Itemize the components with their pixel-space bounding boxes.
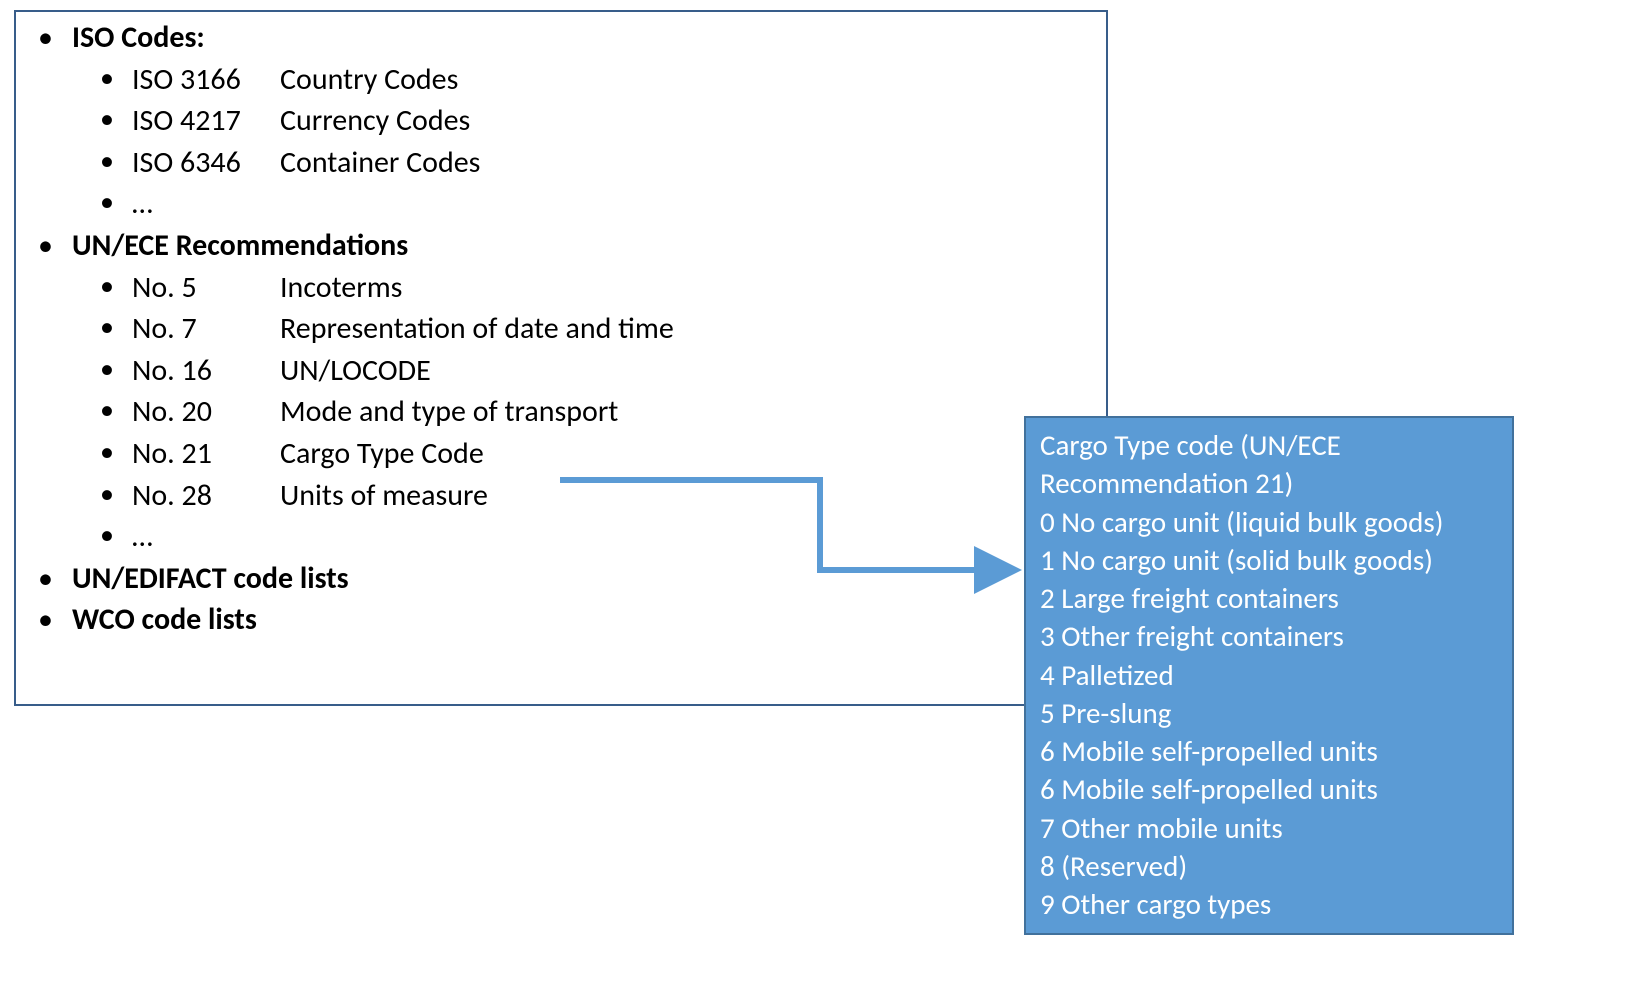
item-desc: Incoterms bbox=[280, 268, 402, 308]
item-code: ISO 6346 bbox=[132, 143, 280, 183]
item-desc: Units of measure bbox=[280, 476, 488, 516]
detail-title-line1: Cargo Type code (UN/ECE bbox=[1040, 426, 1498, 464]
item-desc: Country Codes bbox=[280, 60, 458, 100]
list-item: 6 Mobile self-propelled units bbox=[1040, 770, 1498, 808]
group-unece-recommendations: UN/ECE Recommendations No. 5Incoterms No… bbox=[16, 226, 1086, 557]
list-item: ISO 3166Country Codes bbox=[72, 60, 1086, 100]
detail-title-line2: Recommendation 21) bbox=[1040, 464, 1498, 502]
item-code: No. 16 bbox=[132, 351, 280, 391]
group-label: UN/EDIFACT code lists bbox=[72, 560, 349, 597]
list-item: 3 Other freight containers bbox=[1040, 617, 1498, 655]
list-item: No. 28Units of measure bbox=[72, 476, 1086, 516]
group-items: No. 5Incoterms No. 7Representation of da… bbox=[72, 268, 1086, 557]
item-desc: Representation of date and time bbox=[280, 309, 674, 349]
group-items: ISO 3166Country Codes ISO 4217Currency C… bbox=[72, 60, 1086, 224]
group-iso-codes: ISO Codes: ISO 3166Country Codes ISO 421… bbox=[16, 18, 1086, 224]
group-label: UN/ECE Recommendations bbox=[72, 227, 408, 264]
item-code: No. 7 bbox=[132, 309, 280, 349]
list-item-ellipsis: … bbox=[72, 184, 1086, 224]
list-item: 5 Pre-slung bbox=[1040, 694, 1498, 732]
list-item-cargo-type: No. 21Cargo Type Code bbox=[72, 434, 1086, 474]
list-item: No. 16UN/LOCODE bbox=[72, 351, 1086, 391]
item-code: No. 20 bbox=[132, 392, 280, 432]
list-item: ISO 4217Currency Codes bbox=[72, 101, 1086, 141]
list-item: 4 Palletized bbox=[1040, 656, 1498, 694]
cargo-type-code-entries: 0 No cargo unit (liquid bulk goods) 1 No… bbox=[1040, 503, 1498, 924]
item-code: No. 21 bbox=[132, 434, 280, 474]
list-item: 6 Mobile self-propelled units bbox=[1040, 732, 1498, 770]
group-label: WCO code lists bbox=[72, 601, 257, 638]
list-item: No. 20Mode and type of transport bbox=[72, 392, 1086, 432]
codes-outline-list: ISO Codes: ISO 3166Country Codes ISO 421… bbox=[16, 18, 1086, 640]
item-desc: Mode and type of transport bbox=[280, 392, 618, 432]
cargo-type-code-detail-box: Cargo Type code (UN/ECE Recommendation 2… bbox=[1024, 416, 1514, 935]
list-item: 2 Large freight containers bbox=[1040, 579, 1498, 617]
list-item: 1 No cargo unit (solid bulk goods) bbox=[1040, 541, 1498, 579]
item-code: … bbox=[132, 517, 280, 557]
group-unedifact-code-lists: UN/EDIFACT code lists bbox=[16, 559, 1086, 599]
item-code: No. 5 bbox=[132, 268, 280, 308]
list-item: 7 Other mobile units bbox=[1040, 809, 1498, 847]
item-code: No. 28 bbox=[132, 476, 280, 516]
list-item: 9 Other cargo types bbox=[1040, 885, 1498, 923]
list-item: No. 5Incoterms bbox=[72, 268, 1086, 308]
item-code: ISO 3166 bbox=[132, 60, 280, 100]
item-desc: Currency Codes bbox=[280, 101, 470, 141]
codes-outline-box: ISO Codes: ISO 3166Country Codes ISO 421… bbox=[14, 10, 1108, 706]
item-desc: Container Codes bbox=[280, 143, 480, 183]
list-item: ISO 6346Container Codes bbox=[72, 143, 1086, 183]
group-wco-code-lists: WCO code lists bbox=[16, 600, 1086, 640]
list-item: 8 (Reserved) bbox=[1040, 847, 1498, 885]
diagram-canvas: ISO Codes: ISO 3166Country Codes ISO 421… bbox=[0, 0, 1627, 994]
list-item: No. 7Representation of date and time bbox=[72, 309, 1086, 349]
item-desc: Cargo Type Code bbox=[280, 434, 484, 474]
item-code: ISO 4217 bbox=[132, 101, 280, 141]
item-desc: UN/LOCODE bbox=[280, 351, 431, 391]
list-item: 0 No cargo unit (liquid bulk goods) bbox=[1040, 503, 1498, 541]
list-item-ellipsis: … bbox=[72, 517, 1086, 557]
group-label: ISO Codes: bbox=[72, 19, 205, 56]
item-code: … bbox=[132, 184, 280, 224]
